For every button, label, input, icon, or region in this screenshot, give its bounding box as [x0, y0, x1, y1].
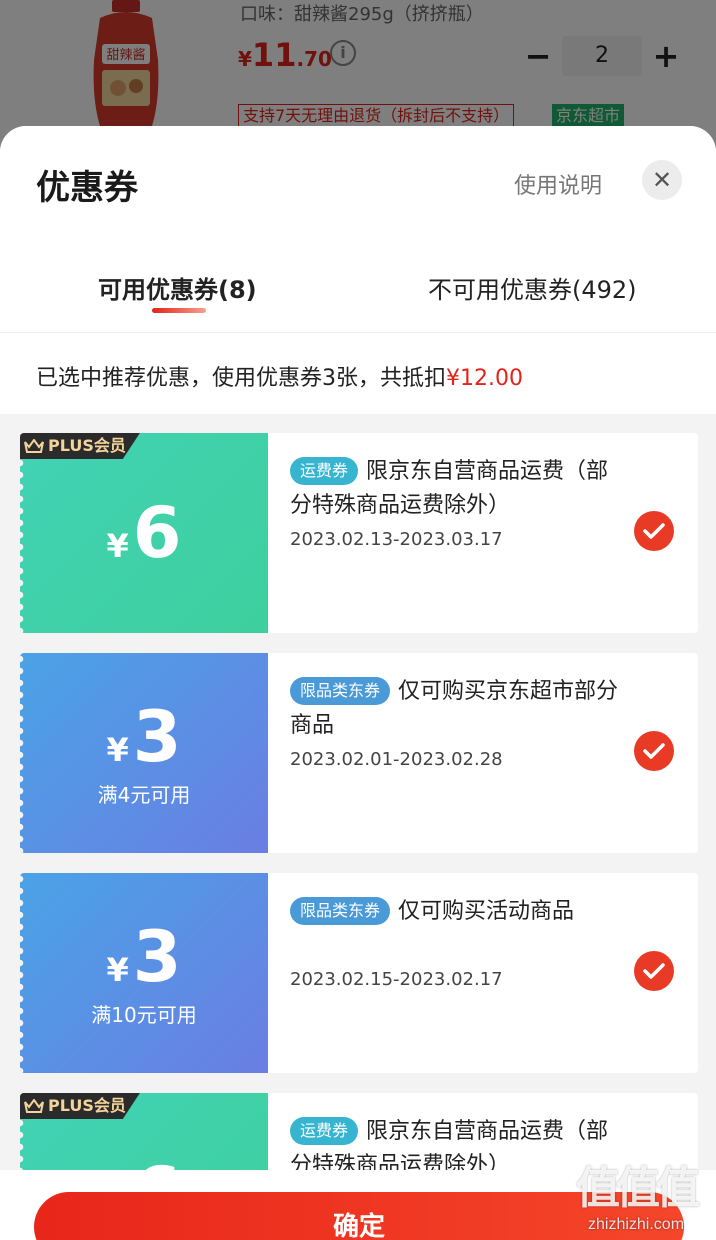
coupon-amount: ¥3: [107, 919, 182, 995]
coupon-amount-value: 3: [132, 695, 182, 778]
crown-icon: [24, 1099, 44, 1113]
coupon-amount: ¥6: [107, 495, 182, 571]
coupon-description: 限品类东券 仅可购买活动商品: [290, 895, 628, 929]
coupon-validity: 2023.02.13-2023.03.17: [290, 529, 503, 550]
plus-member-badge: PLUS会员: [20, 1093, 140, 1119]
watermark-logo: 值值值: [576, 1163, 700, 1214]
selected-check-icon[interactable]: [634, 511, 674, 551]
crown-icon: [24, 439, 44, 453]
close-icon: ✕: [651, 166, 673, 194]
coupon-sheet: 优惠券 使用说明 ✕ 可用优惠券(8) 不可用优惠券(492) 已选中推荐优惠，…: [0, 126, 716, 1240]
watermark-url: zhizhizhi.com: [587, 1216, 685, 1233]
coupon-validity: 2023.02.01-2023.02.28: [290, 749, 503, 770]
usage-help-link[interactable]: 使用说明: [514, 168, 602, 200]
coupon-value-panel: ¥3 满4元可用: [20, 653, 268, 853]
coupon-yen: ¥: [106, 730, 129, 769]
coupon-card[interactable]: ¥3 满4元可用 限品类东券 仅可购买京东超市部分商品 2023.02.01-20…: [20, 653, 698, 853]
close-button[interactable]: ✕: [642, 160, 682, 200]
coupon-type-tag: 运费券: [290, 457, 359, 485]
coupon-desc-text: 仅可购买活动商品: [398, 899, 575, 924]
selected-check-icon[interactable]: [634, 731, 674, 771]
coupon-amount-value: 6: [132, 492, 182, 574]
coupon-edge: [20, 873, 24, 1073]
coupon-edge: [20, 653, 24, 853]
coupon-card[interactable]: PLUS会员 ¥6 运费券 限京东自营商品运费（部分特殊商品运费除外） 2023.…: [20, 433, 698, 633]
plus-member-badge: PLUS会员: [20, 433, 140, 459]
coupon-type-tag: 限品类东券: [290, 677, 391, 705]
coupon-card[interactable]: ¥3 满10元可用 限品类东券 仅可购买活动商品 2023.02.15-2023.…: [20, 873, 698, 1073]
selected-check-icon[interactable]: [634, 951, 674, 991]
coupon-type-tag: 运费券: [290, 1117, 359, 1145]
coupon-description: 限品类东券 仅可购买京东超市部分商品: [290, 675, 628, 743]
summary-text: 已选中推荐优惠，使用优惠券3张，共抵扣: [36, 366, 446, 391]
plus-badge-label: PLUS会员: [48, 436, 126, 455]
selection-summary: 已选中推荐优惠，使用优惠券3张，共抵扣¥12.00: [36, 360, 523, 392]
coupon-value-panel: ¥3 满10元可用: [20, 873, 268, 1073]
coupon-yen: ¥: [106, 950, 129, 989]
watermark: 值值值 zhizhizhi.com: [566, 1152, 706, 1234]
coupon-condition: 满4元可用: [97, 782, 191, 807]
coupon-edge: [20, 433, 24, 633]
coupon-type-tag: 限品类东券: [290, 897, 391, 925]
coupon-amount-value: 3: [132, 915, 182, 998]
coupon-amount: ¥3: [107, 699, 182, 775]
summary-amount: ¥12.00: [446, 366, 523, 391]
coupon-description: 运费券 限京东自营商品运费（部分特殊商品运费除外）: [290, 455, 628, 523]
active-tab-indicator: [152, 308, 206, 313]
divider: [0, 332, 716, 333]
coupon-condition: 满10元可用: [91, 1002, 197, 1027]
coupon-value-panel: PLUS会员 ¥6: [20, 433, 268, 633]
tab-usable-coupons[interactable]: 可用优惠券(8): [98, 270, 257, 305]
coupon-yen: ¥: [106, 527, 129, 565]
sheet-header: 优惠券 使用说明 ✕ 可用优惠券(8) 不可用优惠券(492) 已选中推荐优惠，…: [0, 126, 716, 414]
sheet-title: 优惠券: [36, 168, 138, 208]
coupon-validity: 2023.02.15-2023.02.17: [290, 969, 503, 990]
tab-unusable-coupons[interactable]: 不可用优惠券(492): [428, 270, 637, 305]
plus-badge-label: PLUS会员: [48, 1096, 126, 1115]
